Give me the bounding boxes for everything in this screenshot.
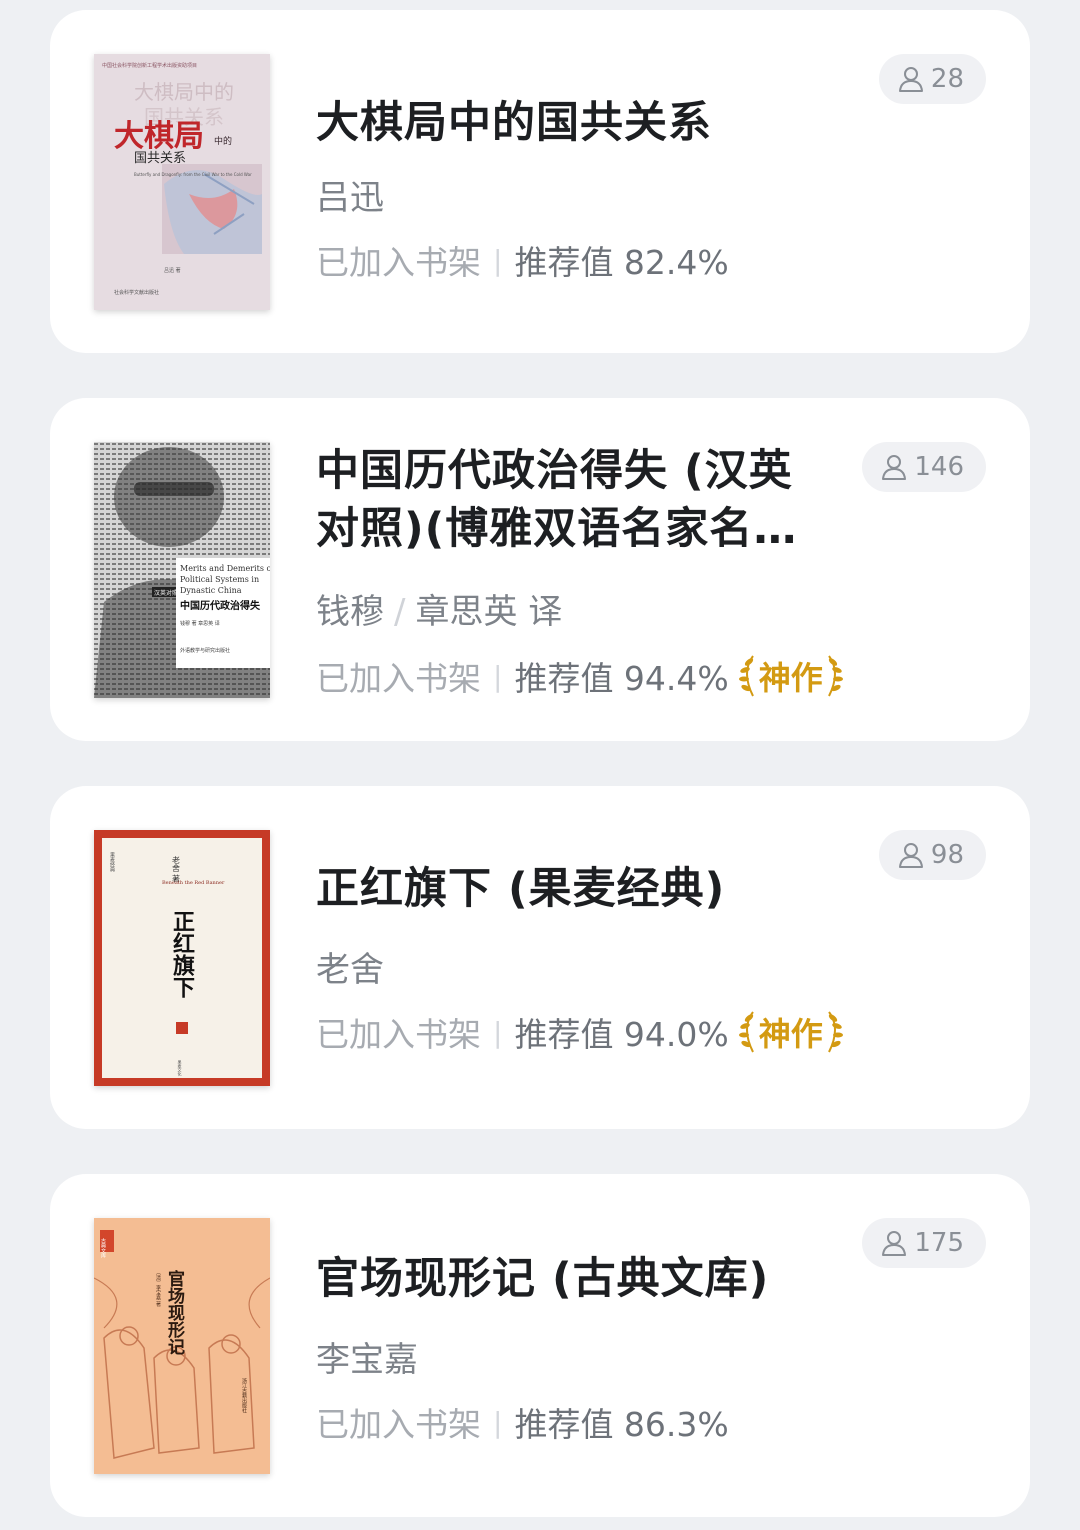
masterpiece-badge: 神作	[737, 652, 845, 700]
badge-label: 神作	[758, 1015, 823, 1053]
shelf-status: 已加入书架	[316, 243, 481, 282]
cover-author: 钱穆 著 章思英 译	[180, 620, 220, 627]
book-title[interactable]: 官场现形记 (古典文库)	[316, 1250, 769, 1308]
meta-divider: |	[493, 1015, 503, 1049]
cover-seal: 古典文库	[100, 1237, 106, 1259]
person-icon	[898, 843, 923, 868]
book-card[interactable]: Merits and Demerits of Political Systems…	[50, 398, 1030, 741]
laurel-right-icon	[827, 1011, 843, 1053]
cover-en-title-3: Dynastic China	[180, 586, 242, 595]
cover-cn-title: 正红旗下	[169, 910, 195, 998]
shelf-status: 已加入书架	[316, 659, 481, 698]
laurel-left-icon	[738, 655, 754, 697]
cover-en-title-2: Political Systems in	[180, 575, 259, 584]
cover-art-sketch: 古典文库 官场现形记 〔清〕李宝嘉 著 浙江古籍出版社	[94, 1218, 270, 1474]
book-author[interactable]: 钱穆 / 章思英 译	[316, 584, 562, 633]
cover-en-title: Beneath the Red Banner	[162, 880, 225, 886]
book-author[interactable]: 老舍	[316, 942, 384, 991]
book-list: 中国社会科学院创新工程学术出版资助项目 大棋局中的 国共关系 大棋局 中的 国共…	[0, 0, 1080, 1530]
author-name[interactable]: 老舍	[316, 950, 384, 990]
svg-text:果麦文化: 果麦文化	[178, 1059, 183, 1077]
shelf-status: 已加入书架	[316, 1015, 481, 1054]
cover-title-small: 中的	[214, 135, 232, 147]
cover-side-text: 果麦经典	[109, 852, 115, 873]
readers-number: 98	[930, 840, 964, 870]
person-icon	[882, 1231, 907, 1256]
cover-art-map: 中国社会科学院创新工程学术出版资助项目 大棋局中的 国共关系 大棋局 中的 国共…	[94, 54, 270, 310]
recommend-value: 推荐值 94.4%	[514, 659, 729, 698]
book-cover[interactable]: 中国社会科学院创新工程学术出版资助项目 大棋局中的 国共关系 大棋局 中的 国共…	[94, 54, 270, 310]
cover-en-title-1: Merits and Demerits of	[180, 564, 270, 573]
book-meta: 已加入书架 | 推荐值 82.4%	[316, 236, 729, 284]
cover-subtitle: Butterfly and Dragonfly: from the Civil …	[134, 172, 252, 177]
cover-cn-title: 官场现形记	[164, 1269, 185, 1355]
readers-count[interactable]: 175	[862, 1218, 986, 1268]
recommend-value: 推荐值 86.3%	[514, 1405, 729, 1444]
cover-art-portrait: Merits and Demerits of Political Systems…	[94, 442, 270, 698]
cover-publisher: 外语教学与研究出版社	[180, 647, 230, 654]
recommend-value: 推荐值 94.0%	[514, 1015, 729, 1054]
author-divider: /	[394, 592, 406, 632]
book-meta: 已加入书架 | 推荐值 94.0% 神作	[316, 1008, 845, 1056]
cover-author: 〔清〕李宝嘉 著	[155, 1270, 161, 1308]
cover-author: 吕迅 著	[164, 267, 181, 274]
cover-title-line2: 国共关系	[134, 151, 186, 166]
meta-divider: |	[493, 243, 503, 277]
book-cover[interactable]: Merits and Demerits of Political Systems…	[94, 442, 270, 698]
cover-top-text: 中国社会科学院创新工程学术出版资助项目	[102, 62, 197, 69]
readers-count[interactable]: 146	[862, 442, 986, 492]
readers-count[interactable]: 98	[878, 830, 986, 880]
cover-series: 汉英对照	[154, 589, 178, 597]
book-card[interactable]: 老舍 著 果麦经典 Beneath the Red Banner 正红旗下 果麦…	[50, 786, 1030, 1129]
cover-art-red-frame: 老舍 著 果麦经典 Beneath the Red Banner 正红旗下 果麦…	[94, 830, 270, 1086]
book-title[interactable]: 正红旗下 (果麦经典)	[316, 860, 725, 918]
meta-divider: |	[493, 1405, 503, 1439]
book-meta: 已加入书架 | 推荐值 94.4% 神作	[316, 652, 845, 700]
book-card[interactable]: 中国社会科学院创新工程学术出版资助项目 大棋局中的 国共关系 大棋局 中的 国共…	[50, 10, 1030, 353]
cover-publisher: 浙江古籍出版社	[241, 1377, 247, 1414]
readers-count[interactable]: 28	[878, 54, 986, 104]
recommend-value: 推荐值 82.4%	[514, 243, 729, 282]
book-title[interactable]: 中国历代政治得失 (汉英对照)(博雅双语名家名作)	[316, 442, 816, 558]
shelf-status: 已加入书架	[316, 1405, 481, 1444]
author-name[interactable]: 李宝嘉	[316, 1340, 418, 1380]
cover-cn-title: 中国历代政治得失	[180, 599, 261, 612]
book-title[interactable]: 大棋局中的国共关系	[316, 94, 712, 152]
book-author[interactable]: 李宝嘉	[316, 1332, 418, 1381]
svg-text:大棋局中的: 大棋局中的	[134, 80, 234, 104]
readers-number: 28	[930, 64, 964, 94]
cover-publisher: 社会科学文献出版社	[114, 289, 159, 296]
author-name[interactable]: 钱穆	[316, 592, 384, 632]
cover-title-big: 大棋局	[114, 119, 204, 154]
book-card[interactable]: 古典文库 官场现形记 〔清〕李宝嘉 著 浙江古籍出版社 官场现形记 (古典文库)…	[50, 1174, 1030, 1517]
laurel-left-icon	[738, 1011, 754, 1053]
book-meta: 已加入书架 | 推荐值 86.3%	[316, 1398, 729, 1446]
readers-number: 175	[914, 1228, 964, 1258]
translator-name[interactable]: 章思英 译	[415, 592, 562, 632]
book-cover[interactable]: 老舍 著 果麦经典 Beneath the Red Banner 正红旗下 果麦…	[94, 830, 270, 1086]
readers-number: 146	[914, 452, 964, 482]
person-icon	[882, 455, 907, 480]
book-cover[interactable]: 古典文库 官场现形记 〔清〕李宝嘉 著 浙江古籍出版社	[94, 1218, 270, 1474]
person-icon	[898, 67, 923, 92]
book-author[interactable]: 吕迅	[316, 170, 384, 219]
author-name[interactable]: 吕迅	[316, 178, 384, 218]
badge-label: 神作	[758, 659, 823, 697]
laurel-right-icon	[827, 655, 843, 697]
masterpiece-badge: 神作	[737, 1008, 845, 1056]
meta-divider: |	[493, 659, 503, 693]
